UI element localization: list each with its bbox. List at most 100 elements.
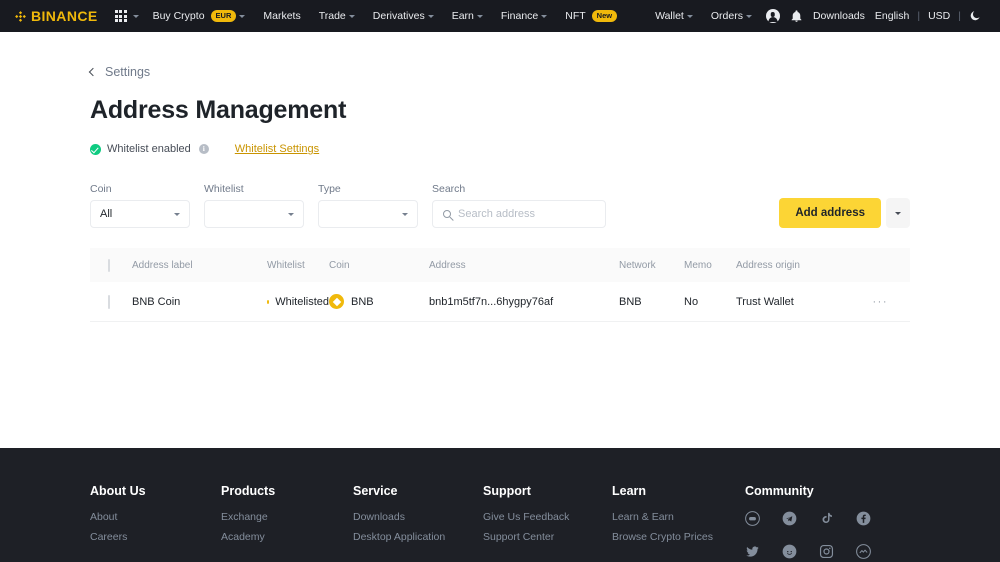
footer-link-learn-and-earn[interactable]: Learn & Earn <box>612 511 745 523</box>
filter-whitelist: Whitelist <box>204 183 304 228</box>
nav-item-currency[interactable]: USD <box>923 0 955 32</box>
facebook-icon[interactable] <box>856 511 871 526</box>
nav-item-markets[interactable]: Markets <box>254 0 309 32</box>
chevron-down-icon <box>239 14 246 18</box>
chevron-down-icon <box>348 14 355 18</box>
tiktok-icon[interactable] <box>819 511 834 526</box>
info-icon[interactable]: i <box>198 144 209 154</box>
type-select[interactable] <box>318 200 418 228</box>
coinmarketcap-icon[interactable] <box>856 544 871 559</box>
telegram-icon[interactable] <box>782 511 797 526</box>
cell-memo: No <box>684 295 699 308</box>
whitelisted-dot-icon <box>267 299 270 304</box>
footer-link-give-us-feedback[interactable]: Give Us Feedback <box>483 511 612 523</box>
footer-column-support: Support Give Us Feedback Support Center <box>483 484 612 562</box>
table-row[interactable]: BNB Coin Whitelisted BNB bnb1m5tf7n...6h… <box>90 282 910 322</box>
coin-select[interactable]: All <box>90 200 190 228</box>
whitelist-status-label: Whitelist enabled <box>107 143 191 155</box>
footer-heading-about-us: About Us <box>90 484 146 498</box>
chevron-left-icon <box>88 67 98 77</box>
footer-link-browse-crypto-prices[interactable]: Browse Crypto Prices <box>612 531 745 543</box>
row-select-cell <box>90 294 132 309</box>
footer-heading-service: Service <box>353 484 398 498</box>
binance-logo-mark <box>14 10 27 23</box>
cell-network: BNB <box>619 295 642 308</box>
nav-item-buy-crypto[interactable]: Buy Crypto EUR <box>144 0 255 32</box>
twitter-icon[interactable] <box>745 544 760 559</box>
reddit-icon[interactable] <box>782 544 797 559</box>
breadcrumb-label: Settings <box>105 65 151 79</box>
coin-select-value: All <box>100 208 113 220</box>
nav-item-wallet[interactable]: Wallet <box>646 0 702 32</box>
footer-link-academy[interactable]: Academy <box>221 531 353 543</box>
social-icons-grid <box>745 511 893 562</box>
nav-label: Earn <box>451 10 474 22</box>
cell-coin: BNB <box>329 294 429 309</box>
column-coin: Coin <box>329 259 350 271</box>
footer-link-desktop-application[interactable]: Desktop Application <box>353 531 483 543</box>
cell-address-origin: Trust Wallet <box>736 295 794 308</box>
filter-type-label: Type <box>318 183 341 195</box>
top-navigation-bar: BINANCE Buy Crypto EUR Markets Trade Der… <box>0 0 1000 32</box>
footer-heading-learn: Learn <box>612 484 647 498</box>
nav-item-nft[interactable]: NFT New <box>556 0 626 32</box>
nav-label: Trade <box>318 10 346 22</box>
filter-whitelist-label: Whitelist <box>204 183 244 195</box>
binance-logo[interactable]: BINANCE <box>14 8 98 24</box>
nav-item-derivatives[interactable]: Derivatives <box>364 0 443 32</box>
footer-link-careers[interactable]: Careers <box>90 531 221 543</box>
nav-divider: | <box>917 10 921 22</box>
nav-label: Markets <box>263 10 301 22</box>
discord-icon[interactable] <box>745 511 760 526</box>
chevron-down-icon <box>402 212 408 216</box>
whitelist-settings-link[interactable]: Whitelist Settings <box>235 143 319 155</box>
chevron-down-icon <box>745 14 752 18</box>
footer-link-support-center[interactable]: Support Center <box>483 531 612 543</box>
notification-bell-icon <box>791 9 802 22</box>
whitelist-status-row: Whitelist enabled i Whitelist Settings <box>90 143 910 155</box>
nav-item-finance[interactable]: Finance <box>492 0 556 32</box>
nav-item-orders[interactable]: Orders <box>702 0 761 32</box>
footer-column-community: Community <box>745 484 893 562</box>
nav-item-trade[interactable]: Trade <box>310 0 364 32</box>
nav-item-language[interactable]: English <box>870 0 914 32</box>
dark-mode-moon-icon <box>970 11 980 21</box>
add-address-dropdown-button[interactable] <box>886 198 910 228</box>
nav-label: Orders <box>710 10 743 22</box>
filter-coin-label: Coin <box>90 183 112 195</box>
notifications-button[interactable] <box>785 0 808 32</box>
add-address-button[interactable]: Add address <box>779 198 881 228</box>
nav-label: NFT <box>565 10 586 22</box>
column-address-label: Address label <box>132 259 193 271</box>
theme-toggle-button[interactable] <box>964 0 986 32</box>
instagram-icon[interactable] <box>819 544 834 559</box>
filters-toolbar: Coin All Whitelist Type Search Search ad… <box>90 183 910 228</box>
filter-coin: Coin All <box>90 183 190 228</box>
page-title: Address Management <box>90 96 347 124</box>
footer-link-about[interactable]: About <box>90 511 221 523</box>
footer-link-exchange[interactable]: Exchange <box>221 511 353 523</box>
row-actions-menu-button[interactable]: ··· <box>846 296 910 308</box>
site-footer: About Us About Careers Products Exchange… <box>0 448 1000 562</box>
chevron-down-icon <box>541 14 548 18</box>
cell-whitelist: Whitelisted <box>267 296 329 308</box>
nav-item-earn[interactable]: Earn <box>443 0 492 32</box>
user-avatar-icon <box>765 9 780 23</box>
footer-link-downloads[interactable]: Downloads <box>353 511 483 523</box>
breadcrumb[interactable]: Settings <box>88 32 910 79</box>
whitelist-select[interactable] <box>204 200 304 228</box>
footer-column-about-us: About Us About Careers <box>90 484 221 562</box>
top-nav-right-group: Wallet Orders Downloads English | USD | <box>646 0 986 32</box>
footer-column-products: Products Exchange Academy <box>221 484 353 562</box>
address-table: Address label Whitelist Coin Address Net… <box>90 248 910 322</box>
row-checkbox[interactable] <box>108 294 110 309</box>
apps-grid-button[interactable] <box>110 0 144 32</box>
profile-button[interactable] <box>761 0 785 32</box>
chevron-down-icon <box>288 212 294 216</box>
footer-column-learn: Learn Learn & Earn Browse Crypto Prices <box>612 484 745 562</box>
search-input[interactable] <box>458 208 595 220</box>
chevron-down-icon <box>895 211 901 215</box>
nav-item-downloads[interactable]: Downloads <box>808 0 870 32</box>
search-box[interactable] <box>432 200 606 228</box>
select-all-checkbox[interactable] <box>108 258 110 272</box>
